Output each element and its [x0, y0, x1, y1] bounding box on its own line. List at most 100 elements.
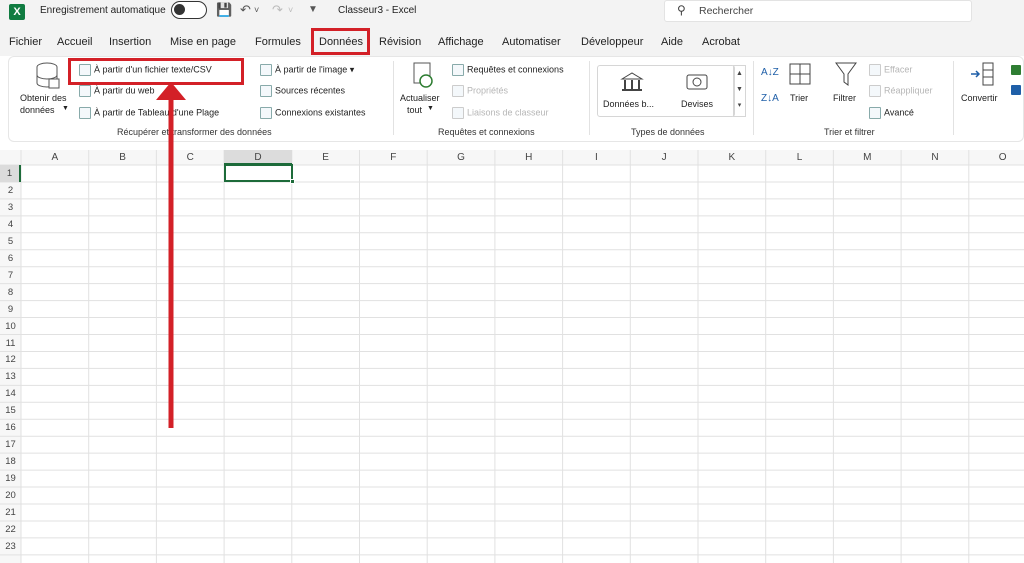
group-divider	[589, 61, 590, 135]
row-header-7[interactable]: 7	[0, 267, 21, 284]
row-header-13[interactable]: 13	[0, 368, 21, 385]
row-header-21[interactable]: 21	[0, 504, 21, 521]
tab-automatiser[interactable]: Automatiser	[502, 36, 561, 48]
tab-aide[interactable]: Aide	[661, 36, 683, 48]
redo-dropdown-icon[interactable]: ˅	[288, 5, 293, 15]
customize-toolbar-icon[interactable]: ▼	[308, 4, 318, 15]
search-box[interactable]: ⚲ Rechercher	[664, 0, 972, 22]
tab-accueil[interactable]: Accueil	[57, 36, 92, 48]
row-header-8[interactable]: 8	[0, 284, 21, 301]
redo-icon[interactable]: ↷	[272, 2, 283, 18]
tab-formules[interactable]: Formules	[255, 36, 301, 48]
flash-fill-icon[interactable]	[1011, 65, 1021, 75]
column-header-e[interactable]: E	[292, 150, 360, 165]
sort-button[interactable]: Trier	[790, 93, 808, 103]
column-header-l[interactable]: L	[766, 150, 834, 165]
column-header-d[interactable]: D	[224, 150, 292, 165]
from-image-button[interactable]: À partir de l'image ▾	[260, 64, 354, 76]
workbook-links-label: Liaisons de classeur	[467, 107, 549, 118]
group-label-sort-filter: Trier et filtrer	[824, 127, 875, 137]
gallery-scroll[interactable]: ▲ ▼ ▾	[733, 65, 746, 117]
row-header-6[interactable]: 6	[0, 250, 21, 267]
recent-sources-label: Sources récentes	[275, 85, 346, 96]
autosave-toggle[interactable]	[171, 1, 207, 19]
queries-connections-button[interactable]: Requêtes et connexions	[452, 64, 564, 76]
undo-icon[interactable]: ↶	[240, 2, 251, 18]
get-data-label-2[interactable]: données	[20, 105, 55, 115]
row-header-16[interactable]: 16	[0, 419, 21, 436]
column-header-b[interactable]: B	[89, 150, 157, 165]
selected-cell[interactable]	[224, 164, 293, 182]
tab-donnees[interactable]: Données	[311, 28, 370, 55]
search-input[interactable]: Rechercher	[699, 5, 753, 17]
filter-button[interactable]: Filtrer	[833, 93, 856, 103]
row-header-17[interactable]: 17	[0, 436, 21, 453]
refresh-all-label-1[interactable]: Actualiser	[400, 93, 440, 103]
column-header-i[interactable]: I	[563, 150, 631, 165]
search-icon: ⚲	[677, 3, 686, 17]
tab-developpeur[interactable]: Développeur	[581, 36, 643, 48]
advanced-button[interactable]: Avancé	[869, 107, 914, 119]
row-header-15[interactable]: 15	[0, 402, 21, 419]
column-header-j[interactable]: J	[630, 150, 698, 165]
sort-az-icon[interactable]: A↓Z	[761, 67, 779, 78]
column-header-n[interactable]: N	[901, 150, 969, 165]
column-header-k[interactable]: K	[698, 150, 766, 165]
reapply-button[interactable]: Réappliquer	[869, 85, 933, 97]
get-data-label-1[interactable]: Obtenir des	[20, 93, 67, 103]
from-table-button[interactable]: À partir de Tableau d'une Plage	[79, 107, 219, 119]
from-web-button[interactable]: À partir du web	[79, 85, 155, 97]
row-header-14[interactable]: 14	[0, 385, 21, 402]
worksheet[interactable]: ABCDEFGHIJKLMNO 1 2 3 4 5 6 7 8 9 10 11 12 13 14 15 16 1…	[0, 150, 1024, 563]
properties-label: Propriétés	[467, 85, 509, 96]
highlight-box	[68, 58, 244, 85]
row-header-4[interactable]: 4	[0, 216, 21, 233]
row-header-5[interactable]: 5	[0, 233, 21, 250]
remove-duplicates-icon[interactable]	[1011, 85, 1021, 95]
row-header-9[interactable]: 9	[0, 301, 21, 318]
clear-button[interactable]: Effacer	[869, 64, 912, 76]
row-header-2[interactable]: 2	[0, 182, 21, 199]
group-label-get-transform: Récupérer et transformer des données	[117, 127, 272, 137]
row-header-11[interactable]: 11	[0, 335, 21, 352]
row-header-3[interactable]: 3	[0, 199, 21, 216]
column-header-m[interactable]: M	[833, 150, 901, 165]
sort-za-icon[interactable]: Z↓A	[761, 93, 779, 104]
column-header-c[interactable]: C	[156, 150, 224, 165]
existing-connections-button[interactable]: Connexions existantes	[260, 107, 366, 119]
queries-icon	[452, 64, 464, 76]
row-header-10[interactable]: 10	[0, 318, 21, 335]
properties-button[interactable]: Propriétés	[452, 85, 508, 97]
refresh-dropdown-icon[interactable]: ▼	[427, 105, 434, 112]
row-header-18[interactable]: 18	[0, 453, 21, 470]
row-header-20[interactable]: 20	[0, 487, 21, 504]
row-header-1[interactable]: 1	[0, 165, 21, 182]
currencies-button[interactable]: Devises	[681, 99, 713, 109]
convert-button[interactable]: Convertir	[961, 93, 998, 103]
from-image-label: À partir de l'image	[275, 64, 348, 75]
row-header-19[interactable]: 19	[0, 470, 21, 487]
tab-fichier[interactable]: Fichier	[9, 36, 42, 48]
get-data-dropdown-icon[interactable]: ▼	[62, 105, 69, 112]
column-header-g[interactable]: G	[427, 150, 495, 165]
recent-sources-button[interactable]: Sources récentes	[260, 85, 345, 97]
column-header-f[interactable]: F	[360, 150, 428, 165]
tab-revision[interactable]: Révision	[379, 36, 421, 48]
row-header-23[interactable]: 23	[0, 538, 21, 555]
row-header-22[interactable]: 22	[0, 521, 21, 538]
column-header-o[interactable]: O	[969, 150, 1024, 165]
column-header-h[interactable]: H	[495, 150, 563, 165]
fill-handle[interactable]	[290, 179, 295, 184]
tab-affichage[interactable]: Affichage	[438, 36, 484, 48]
tab-mise-en-page[interactable]: Mise en page	[170, 36, 236, 48]
row-header-12[interactable]: 12	[0, 351, 21, 368]
column-header-a[interactable]: A	[21, 150, 89, 165]
stocks-button[interactable]: Données b...	[603, 99, 654, 109]
undo-dropdown-icon[interactable]: ˅	[254, 5, 259, 15]
tab-acrobat[interactable]: Acrobat	[702, 36, 740, 48]
workbook-links-button[interactable]: Liaisons de classeur	[452, 107, 549, 119]
tab-insertion[interactable]: Insertion	[109, 36, 151, 48]
group-label-data-types: Types de données	[631, 127, 705, 137]
refresh-all-label-2[interactable]: tout	[407, 105, 422, 115]
save-icon[interactable]: 💾	[216, 2, 232, 18]
